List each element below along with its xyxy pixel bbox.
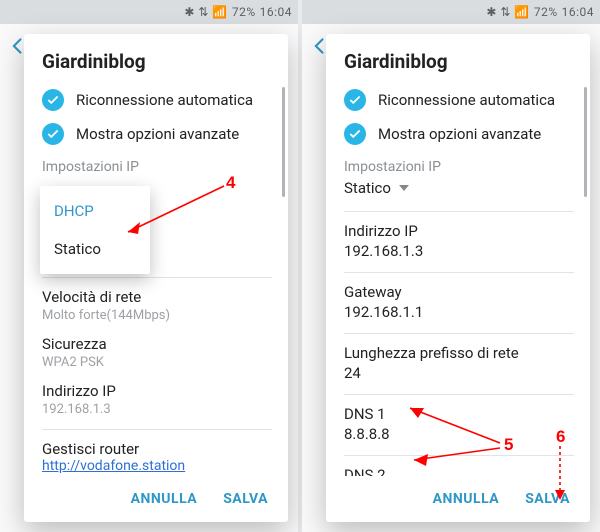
dialog-title: Giardiniblog	[24, 34, 288, 83]
row-advanced-options[interactable]: Mostra opzioni avanzate	[344, 117, 586, 151]
save-button[interactable]: SALVA	[223, 491, 268, 507]
divider	[344, 333, 574, 334]
phone-right: ✱ ⇅ 📶 72% 16:04 TE Giardiniblog Riconnes…	[302, 0, 600, 532]
divider	[344, 211, 574, 212]
chevron-down-icon	[399, 185, 409, 191]
status-time: 16:04	[260, 5, 292, 19]
prefix-input[interactable]: 24	[344, 364, 586, 382]
dialog-actions: ANNULLA SALVA	[24, 476, 288, 522]
speed-value: Molto forte(144Mbps)	[42, 308, 284, 323]
cancel-button[interactable]: ANNULLA	[433, 491, 500, 507]
save-button[interactable]: SALVA	[525, 491, 570, 507]
row-security: Sicurezza WPA2 PSK	[42, 331, 284, 378]
option-static[interactable]: Statico	[40, 230, 150, 268]
label-auto-reconnect: Riconnessione automatica	[378, 91, 555, 109]
dns1-input[interactable]: 8.8.8.8	[344, 425, 586, 443]
ip-label: Indirizzo IP	[42, 382, 284, 400]
security-label: Sicurezza	[42, 335, 284, 353]
status-time: 16:04	[562, 5, 594, 19]
status-battery: 72%	[534, 5, 558, 19]
row-ip-address: Indirizzo IP 192.168.1.3	[42, 378, 284, 425]
row-auto-reconnect[interactable]: Riconnessione automatica	[344, 83, 586, 117]
check-icon	[42, 123, 64, 145]
phone-left: ✱ ⇅ 📶 72% 16:04 TE Giardiniblog Riconnes…	[0, 0, 298, 532]
status-icons: ✱ ⇅ 📶	[486, 5, 530, 19]
wifi-dialog: Giardiniblog Riconnessione automatica Mo…	[24, 34, 288, 522]
row-gateway[interactable]: Gateway 192.168.1.1	[344, 279, 586, 329]
dialog-actions: ANNULLA SALVA	[326, 476, 590, 522]
security-value: WPA2 PSK	[42, 355, 284, 370]
check-icon	[42, 89, 64, 111]
ip-settings-dropdown[interactable]: Statico	[344, 175, 586, 207]
ip-settings-value: Statico	[344, 179, 391, 197]
row-ip-address[interactable]: Indirizzo IP 192.168.1.3	[344, 218, 586, 268]
status-bar: ✱ ⇅ 📶 72% 16:04	[0, 0, 298, 24]
row-dns1[interactable]: DNS 1 8.8.8.8	[344, 401, 586, 451]
status-icons: ✱ ⇅ 📶	[184, 5, 228, 19]
gateway-label: Gateway	[344, 283, 586, 301]
label-auto-reconnect: Riconnessione automatica	[76, 91, 253, 109]
row-prefix-length[interactable]: Lunghezza prefisso di rete 24	[344, 340, 586, 390]
check-icon	[344, 123, 366, 145]
ip-value: 192.168.1.3	[42, 402, 284, 417]
divider	[344, 394, 574, 395]
gateway-input[interactable]: 192.168.1.1	[344, 303, 586, 321]
scrollbar[interactable]	[584, 87, 587, 197]
speed-label: Velocità di rete	[42, 288, 284, 306]
wifi-dialog: Giardiniblog Riconnessione automatica Mo…	[326, 34, 590, 522]
ip-input[interactable]: 192.168.1.3	[344, 242, 586, 260]
ip-label: Indirizzo IP	[344, 222, 586, 240]
row-advanced-options[interactable]: Mostra opzioni avanzate	[42, 117, 284, 151]
dialog-title: Giardiniblog	[326, 34, 590, 83]
divider	[42, 429, 272, 430]
divider	[344, 455, 574, 456]
router-link[interactable]: http://vodafone.station	[42, 458, 284, 474]
row-dns2[interactable]: DNS 2 8.8.4.4	[344, 462, 586, 476]
label-advanced-options: Mostra opzioni avanzate	[76, 125, 239, 143]
status-battery: 72%	[232, 5, 256, 19]
label-advanced-options: Mostra opzioni avanzate	[378, 125, 541, 143]
dns2-label: DNS 2	[344, 466, 586, 476]
prefix-label: Lunghezza prefisso di rete	[344, 344, 586, 362]
divider	[42, 277, 272, 278]
router-label: Gestisci router	[42, 440, 284, 458]
check-icon	[344, 89, 366, 111]
row-auto-reconnect[interactable]: Riconnessione automatica	[42, 83, 284, 117]
cancel-button[interactable]: ANNULLA	[131, 491, 198, 507]
ip-settings-popup: DHCP Statico	[40, 186, 150, 274]
ip-settings-label: Impostazioni IP	[344, 151, 586, 175]
divider	[344, 272, 574, 273]
option-dhcp[interactable]: DHCP	[40, 192, 150, 230]
row-manage-router[interactable]: Gestisci router http://vodafone.station	[42, 436, 284, 476]
dns1-label: DNS 1	[344, 405, 586, 423]
ip-settings-label: Impostazioni IP	[42, 151, 284, 175]
scrollbar[interactable]	[282, 87, 285, 197]
row-network-speed: Velocità di rete Molto forte(144Mbps)	[42, 284, 284, 331]
status-bar: ✱ ⇅ 📶 72% 16:04	[302, 0, 600, 24]
